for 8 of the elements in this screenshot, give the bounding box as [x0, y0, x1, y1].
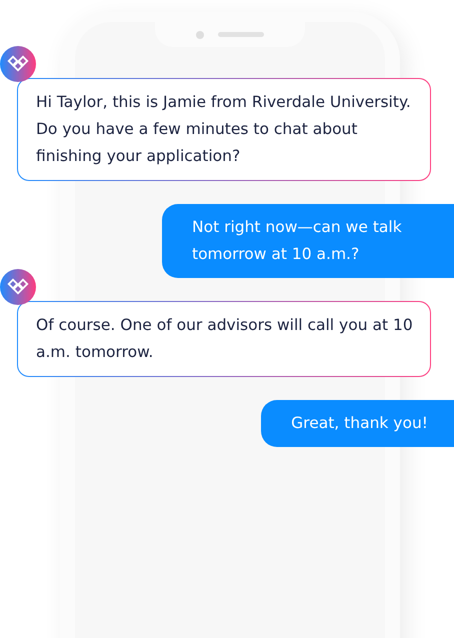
- avatar-icon: [0, 269, 36, 305]
- message-bubble: Hi Taylor, this is Jamie from Riverdale University. Do you have a few minutes to chat about finishing your application?: [17, 78, 431, 181]
- message-bubble: Of course. One of our advisors will call you at 10 a.m. tomorrow.: [17, 301, 431, 377]
- message-bubble: Not right now—can we talk tomorrow at 10 a.m.?: [162, 204, 454, 278]
- message-bubble: Great, thank you!: [261, 400, 454, 447]
- camera-icon: [196, 30, 204, 38]
- avatar-icon: [0, 46, 36, 82]
- speaker-icon: [218, 32, 264, 37]
